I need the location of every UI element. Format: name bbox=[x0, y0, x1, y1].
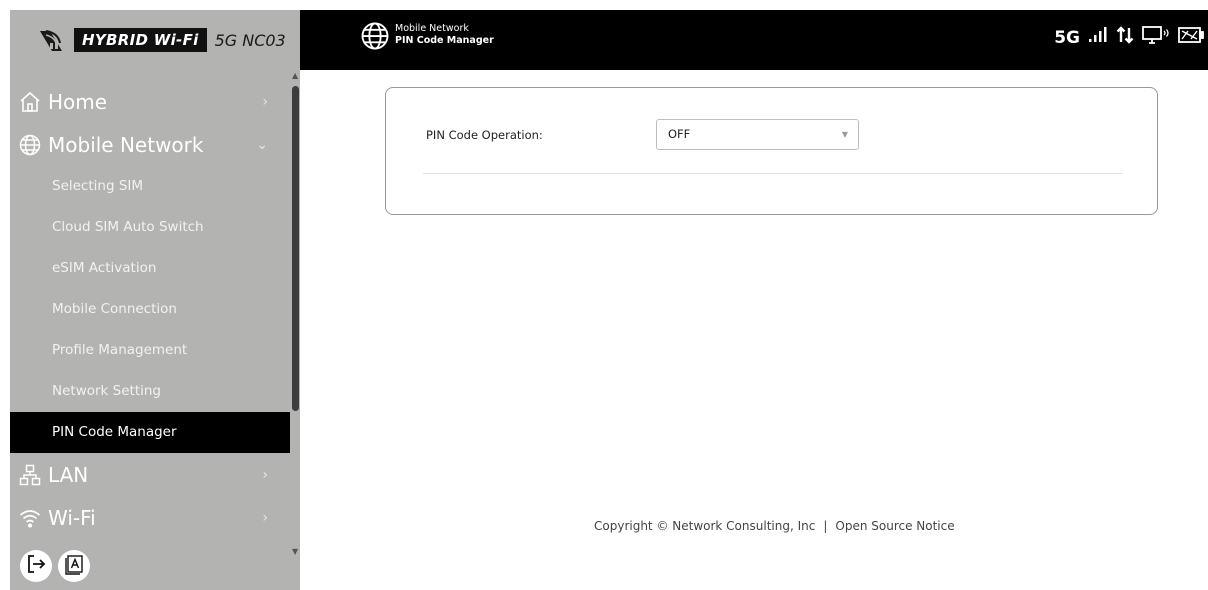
brand-hybrid-label: HYBRID Wi-Fi bbox=[74, 28, 207, 52]
chevron-right-icon: › bbox=[262, 509, 268, 526]
sidebar-item-lan[interactable]: LAN › bbox=[10, 453, 290, 496]
sidebar-item-pin-code-manager[interactable]: PIN Code Manager bbox=[10, 412, 290, 453]
footer-separator: | bbox=[823, 519, 828, 533]
sidebar-item-label: Wi-Fi bbox=[48, 505, 96, 530]
sidebar-item-wifi[interactable]: Wi-Fi › bbox=[10, 496, 290, 539]
font-size-icon bbox=[63, 553, 85, 579]
sidebar-nav: Home › Mobile Network ⌄ Selecting SIM Cl… bbox=[10, 80, 290, 539]
scroll-down-arrow-icon[interactable]: ▼ bbox=[292, 548, 298, 556]
battery-icon bbox=[1178, 26, 1204, 49]
home-icon bbox=[18, 90, 42, 114]
sidebar-item-esim-activation[interactable]: eSIM Activation bbox=[10, 248, 290, 289]
sidebar-scrollbar[interactable]: ▲ ▼ bbox=[291, 72, 300, 556]
sidebar-item-profile-management[interactable]: Profile Management bbox=[10, 330, 290, 371]
status-bar: 5G bbox=[1054, 26, 1204, 49]
sidebar-item-label: Home bbox=[48, 89, 108, 114]
open-source-notice-link[interactable]: Open Source Notice bbox=[835, 519, 954, 533]
sidebar-item-label: Mobile Network bbox=[48, 132, 204, 157]
globe-icon bbox=[360, 21, 390, 51]
network-icon bbox=[18, 463, 42, 487]
network-type: 5G bbox=[1054, 27, 1080, 48]
divider bbox=[423, 173, 1123, 174]
scroll-up-arrow-icon[interactable]: ▲ bbox=[292, 72, 298, 80]
chevron-down-icon: ⌄ bbox=[256, 136, 268, 153]
scrollbar-thumb[interactable] bbox=[292, 86, 299, 411]
sidebar-item-mobile-connection[interactable]: Mobile Connection bbox=[10, 289, 290, 330]
chevron-down-icon: ▼ bbox=[841, 130, 848, 139]
breadcrumb-section: Mobile Network bbox=[395, 23, 469, 34]
brand-logo-icon bbox=[36, 25, 66, 55]
sidebar-bottom-actions bbox=[20, 550, 90, 582]
wifi-icon bbox=[18, 506, 42, 530]
connected-device-icon bbox=[1142, 26, 1170, 49]
top-header: Mobile Network PIN Code Manager 5G bbox=[300, 10, 1208, 70]
sidebar: HYBRID Wi-Fi 5G NC03 Home › Mobile Netwo… bbox=[10, 10, 300, 590]
sidebar-item-network-setting[interactable]: Network Setting bbox=[10, 371, 290, 412]
pin-code-operation-label: PIN Code Operation: bbox=[426, 128, 543, 142]
pin-code-operation-value: OFF bbox=[668, 127, 691, 141]
data-transfer-icon bbox=[1116, 26, 1134, 49]
copyright-text: Copyright © Network Consulting, Inc bbox=[594, 519, 816, 533]
footer: Copyright © Network Consulting, Inc | Open… bbox=[594, 519, 955, 533]
sidebar-item-label: LAN bbox=[48, 462, 89, 487]
sidebar-item-home[interactable]: Home › bbox=[10, 80, 290, 123]
globe-icon bbox=[18, 133, 42, 157]
logout-button[interactable] bbox=[20, 550, 52, 582]
sidebar-item-mobile-network[interactable]: Mobile Network ⌄ bbox=[10, 123, 290, 166]
signal-icon bbox=[1088, 27, 1108, 48]
brand: HYBRID Wi-Fi 5G NC03 bbox=[10, 10, 300, 70]
chevron-right-icon: › bbox=[262, 466, 268, 483]
sidebar-item-selecting-sim[interactable]: Selecting SIM bbox=[10, 166, 290, 207]
chevron-right-icon: › bbox=[262, 93, 268, 110]
breadcrumb: Mobile Network PIN Code Manager bbox=[395, 23, 494, 47]
font-size-button[interactable] bbox=[58, 550, 90, 582]
brand-model: 5G NC03 bbox=[214, 30, 286, 50]
logout-icon bbox=[25, 553, 47, 579]
pin-code-operation-select[interactable]: OFF ▼ bbox=[656, 119, 859, 150]
page-title: PIN Code Manager bbox=[395, 35, 494, 46]
pin-code-card: PIN Code Operation: OFF ▼ bbox=[385, 87, 1158, 215]
sidebar-item-cloud-sim-auto-switch[interactable]: Cloud SIM Auto Switch bbox=[10, 207, 290, 248]
